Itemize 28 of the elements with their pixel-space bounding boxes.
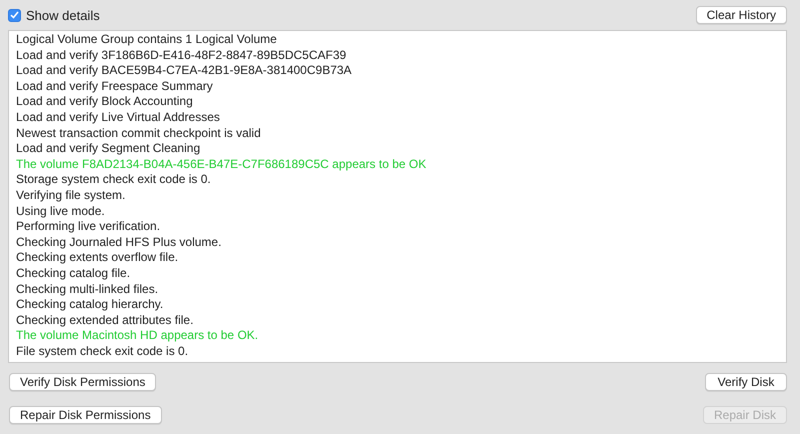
log-line: Load and verify Block Accounting: [16, 94, 194, 110]
log-line: Checking catalog hierarchy.: [16, 297, 164, 313]
checkmark-icon: [10, 11, 19, 19]
checkbox[interactable]: [8, 8, 21, 22]
log-line: Storage system check exit code is 0.: [16, 172, 212, 188]
log-line: Using live mode.: [16, 204, 106, 220]
log-line: Checking Journaled HFS Plus volume.: [16, 234, 222, 250]
success-log-line: The volume F8AD2134-B04A-456E-B47E-C7F686189C5C appears to be OK: [16, 156, 428, 172]
log-line: File system check exit code is 0.: [16, 344, 190, 360]
success-log-line: The volume Macintosh HD appears to be OK.: [16, 328, 260, 344]
log-line: Verifying file system.: [16, 188, 126, 204]
log-line: Checking extents overflow file.: [16, 250, 180, 266]
log-line: Checking catalog file.: [16, 266, 132, 282]
log-line: Newest transaction commit checkpoint is valid: [16, 126, 262, 142]
verify-permissions-button[interactable]: Verify Disk Permissions: [9, 373, 156, 391]
repair-permissions-button[interactable]: Repair Disk Permissions: [9, 406, 162, 424]
log-line: Load and verify 3F186B6D-E416-48F2-8847-89B5DC5CAF39: [16, 48, 348, 64]
log-line: Performing live verification.: [16, 219, 162, 235]
log-line: Load and verify Freespace Summary: [16, 78, 214, 94]
log-line: Checking extended attributes file.: [16, 312, 194, 328]
checkbox-label[interactable]: Show details: [26, 8, 100, 22]
verify-disk-button[interactable]: Verify Disk: [705, 373, 787, 391]
log-line: Load and verify Segment Cleaning: [16, 141, 202, 157]
log-line: Logical Volume Group contains 1 Logical Volume: [16, 32, 278, 48]
log-line: Load and verify Live Virtual Addresses: [16, 110, 221, 126]
log-line: Checking multi-linked files.: [16, 282, 160, 298]
log-line: Load and verify BACE59B4-C7EA-42B1-9E8A-381400C9B73A: [16, 63, 353, 79]
clear-history-button[interactable]: Clear History: [696, 6, 787, 24]
